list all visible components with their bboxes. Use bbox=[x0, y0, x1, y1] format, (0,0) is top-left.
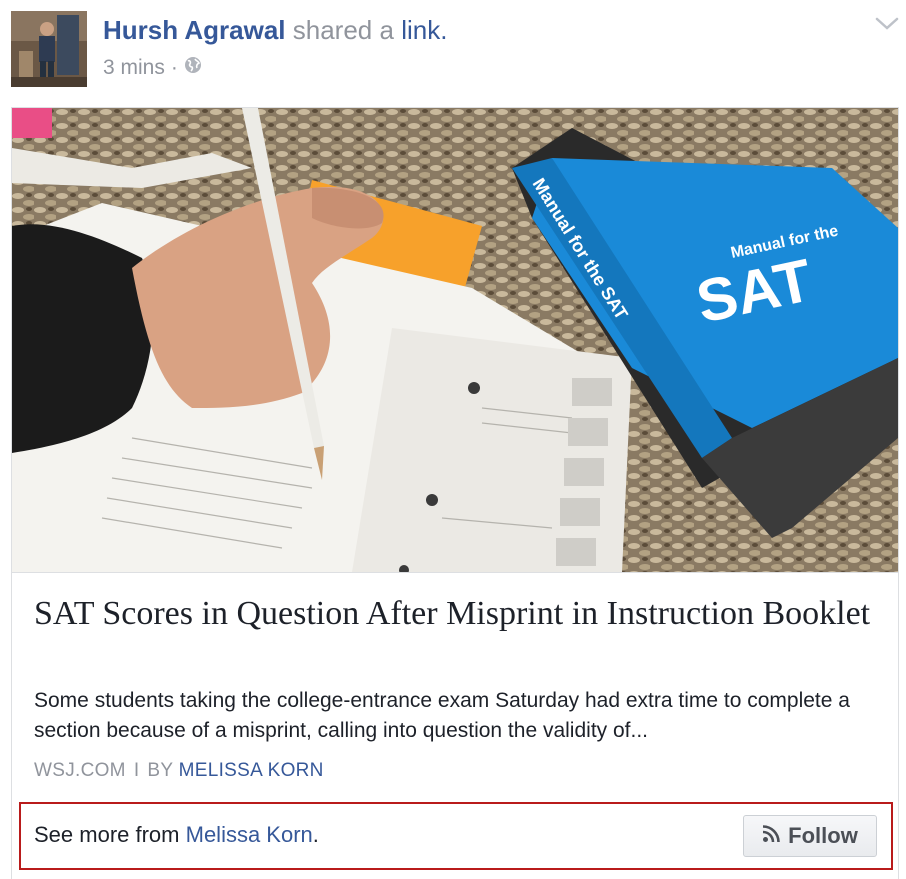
article-image[interactable]: Manual for the SAT Manual for the SAT bbox=[12, 108, 898, 575]
shared-link-link[interactable]: link. bbox=[401, 15, 447, 45]
see-more-suffix: . bbox=[312, 822, 319, 847]
post-meta: 3 mins · bbox=[103, 54, 202, 82]
follow-button[interactable]: Follow bbox=[743, 815, 877, 857]
byline-author-link[interactable]: MELISSA KORN bbox=[179, 760, 324, 781]
rss-icon bbox=[762, 823, 780, 849]
follow-button-label: Follow bbox=[788, 823, 858, 848]
meta-dot: · bbox=[170, 56, 178, 79]
article-source: WSJ.COM I BY MELISSA KORN bbox=[34, 760, 324, 782]
follow-author-link[interactable]: Melissa Korn bbox=[186, 822, 313, 847]
author-name-link[interactable]: Hursh Agrawal bbox=[103, 15, 286, 45]
source-separator: I bbox=[133, 760, 140, 781]
timestamp-link[interactable]: 3 mins bbox=[103, 54, 165, 82]
byline-label: BY bbox=[147, 760, 174, 781]
link-preview-card[interactable]: Manual for the SAT Manual for the SAT SA… bbox=[11, 107, 899, 879]
article-title-link[interactable]: SAT Scores in Question After Misprint in… bbox=[34, 593, 874, 635]
see-more-prefix: See more from bbox=[34, 822, 180, 847]
avatar[interactable] bbox=[11, 11, 87, 87]
follow-author-bar: See more from Melissa Korn. Follow bbox=[19, 802, 893, 870]
source-domain: WSJ.COM bbox=[34, 760, 126, 781]
post-action-text: shared a bbox=[292, 15, 394, 45]
article-description: Some students taking the college-entranc… bbox=[34, 689, 850, 742]
see-more-text: See more from Melissa Korn. bbox=[34, 822, 319, 848]
chevron-down-icon[interactable] bbox=[874, 14, 900, 34]
globe-icon[interactable] bbox=[184, 54, 202, 82]
post-header: Hursh Agrawal shared a link. bbox=[103, 14, 447, 46]
